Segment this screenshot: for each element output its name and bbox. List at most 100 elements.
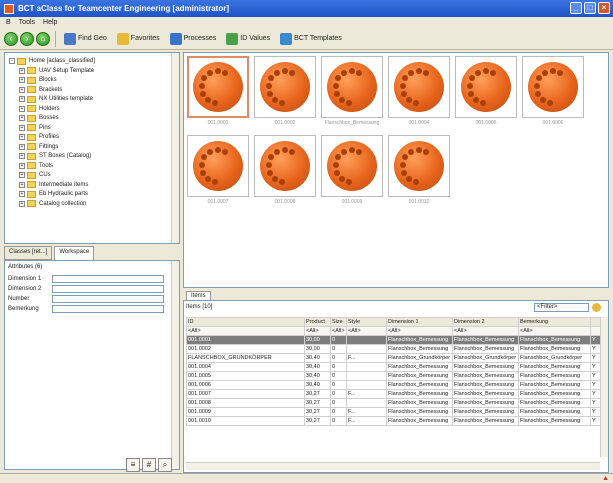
expand-toggle-icon[interactable]: + — [19, 191, 25, 197]
part-thumbnail[interactable]: 001.0005 — [455, 56, 517, 132]
search-icon[interactable]: ⌕ — [158, 458, 172, 472]
part-thumbnail[interactable]: 001.0010 — [388, 135, 450, 211]
expand-toggle-icon[interactable]: + — [19, 96, 25, 102]
home-button[interactable]: ⌂ — [36, 31, 50, 46]
toolbar-button-3[interactable]: ID Values — [223, 32, 273, 46]
expand-toggle-icon[interactable]: + — [19, 124, 25, 131]
table-row[interactable]: 001.0002 30,00 0 Flanschbox_Bemessung Flansc… — [186, 344, 601, 354]
expand-toggle-icon[interactable]: + — [19, 134, 25, 140]
maximize-button[interactable]: □ — [584, 2, 596, 14]
search-field-input[interactable] — [52, 275, 164, 283]
grid-vertical-scrollbar[interactable] — [600, 317, 608, 457]
table-row[interactable]: 001.0006 30,40 0 Flanschbox_Bemessung Flansc… — [186, 380, 601, 390]
menu-item-b[interactable]: B — [6, 19, 11, 26]
table-row[interactable]: 001.0008 30,27 0 Flanschbox_Bemessung Flansc… — [186, 398, 601, 408]
expand-toggle-icon[interactable]: + — [19, 115, 25, 121]
expand-toggle-icon[interactable]: + — [19, 181, 25, 188]
tree-item[interactable]: + NX Utilities template — [19, 94, 93, 104]
grid-horizontal-scrollbar[interactable] — [186, 462, 600, 470]
toolbar-button-2[interactable]: Processes — [167, 32, 220, 46]
tree-item[interactable]: + Catalog collection — [19, 199, 86, 209]
tree-item[interactable]: + CUs — [19, 170, 51, 180]
part-thumbnail[interactable]: 001.0006 — [522, 56, 584, 132]
search-field-input[interactable] — [52, 295, 164, 303]
warning-icon[interactable]: ▲ — [602, 475, 609, 482]
tree-item[interactable]: − Home [aclass_classified] — [9, 56, 95, 66]
minimize-button[interactable]: _ — [570, 2, 582, 14]
filter-icon[interactable] — [592, 303, 601, 312]
search-field-input[interactable] — [52, 285, 164, 293]
part-thumbnail[interactable]: Flanschbox_Bemessung — [321, 56, 383, 132]
tab-classes[interactable]: Classes [ret...] — [4, 246, 53, 260]
column-header[interactable]: Product — [304, 317, 331, 327]
column-header[interactable]: Style — [346, 317, 387, 327]
tab-items[interactable]: Items — [186, 291, 211, 300]
toolbar-button-0[interactable]: Find Geo — [61, 32, 110, 46]
expand-toggle-icon[interactable]: + — [19, 143, 25, 150]
column-filter-select[interactable]: <All> — [330, 326, 347, 336]
column-filter-select[interactable]: <All> — [304, 326, 331, 336]
menu-item-tools[interactable]: Tools — [19, 19, 35, 26]
expand-toggle-icon[interactable]: − — [9, 58, 15, 64]
expand-toggle-icon[interactable]: + — [19, 86, 25, 93]
part-thumbnail[interactable]: 001.0004 — [388, 56, 450, 132]
class-tree[interactable]: − Home [aclass_classified] + UAV Setup Temp… — [4, 52, 180, 244]
search-field-input[interactable] — [52, 305, 164, 313]
menu-item-help[interactable]: Help — [43, 19, 57, 26]
tree-item[interactable]: + Eb Hydraulic parts — [19, 189, 88, 199]
toolbar-button-1[interactable]: Favorites — [114, 32, 163, 46]
table-row[interactable]: 001.0005 30,40 0 Flanschbox_Bemessung Flansc… — [186, 371, 601, 381]
part-thumbnail[interactable]: 001.0001 — [187, 56, 249, 132]
toolbar-button-4[interactable]: BCT Templates — [277, 32, 345, 46]
tree-item[interactable]: + Fittings — [19, 142, 58, 152]
back-button[interactable]: ‹ — [4, 31, 18, 46]
grid-filter-select[interactable]: <Filter> — [534, 303, 589, 312]
part-thumbnail[interactable]: 001.0002 — [254, 56, 316, 132]
tab-workspace[interactable]: Workspace — [54, 246, 95, 260]
column-header[interactable]: Size — [330, 317, 347, 327]
column-filter-select[interactable]: <All> — [386, 326, 453, 336]
tree-item[interactable]: + UAV Setup Template — [19, 66, 94, 76]
part-thumbnail[interactable]: 001.0007 — [187, 135, 249, 211]
expand-toggle-icon[interactable]: + — [19, 105, 25, 112]
tree-scrollbar[interactable] — [171, 53, 179, 243]
part-thumbnail[interactable]: 001.0008 — [254, 135, 316, 211]
tree-item[interactable]: + Tools — [19, 161, 53, 171]
table-row[interactable]: 001.0009 30,27 0 F... Flanschbox_Bemessung Fl… — [186, 407, 601, 417]
expand-toggle-icon[interactable]: + — [19, 162, 25, 169]
table-row[interactable]: 001.0007 30,27 0 F... Flanschbox_Bemessung Fl… — [186, 389, 601, 399]
search-scrollbar[interactable] — [171, 261, 179, 469]
column-header[interactable]: Dimension 2 — [452, 317, 519, 327]
tree-item[interactable]: + Bosses — [19, 113, 59, 123]
column-header[interactable]: ID — [186, 317, 305, 327]
table-row[interactable]: 001.0004 30,40 0 Flanschbox_Bemessung Flansc… — [186, 362, 601, 372]
table-row[interactable]: 001.0010 30,27 0 F... Flanschbox_Bemessung Fl… — [186, 416, 601, 426]
tree-item[interactable]: + Holders — [19, 104, 60, 114]
column-filter-select[interactable]: <All> — [452, 326, 519, 336]
list-icon[interactable]: ≡ — [126, 458, 140, 472]
tree-item[interactable]: + Blocks — [19, 75, 57, 85]
forward-button[interactable]: › — [20, 31, 34, 46]
close-button[interactable]: × — [598, 2, 610, 14]
column-header[interactable]: Bemerkung — [518, 317, 591, 327]
tree-item[interactable]: + Intermediate items — [19, 180, 88, 190]
column-header[interactable] — [590, 317, 601, 327]
tree-item[interactable]: + ST Boxes (Catalog) — [19, 151, 91, 161]
column-filter-select[interactable]: <All> — [518, 326, 591, 336]
column-filter-select[interactable]: <All> — [346, 326, 387, 336]
tree-item[interactable]: + Profiles — [19, 132, 59, 142]
column-filter-select[interactable] — [590, 326, 601, 336]
expand-toggle-icon[interactable]: + — [19, 77, 25, 83]
column-header[interactable]: Dimension 1 — [386, 317, 453, 327]
expand-toggle-icon[interactable]: + — [19, 172, 25, 178]
part-thumbnail[interactable]: 001.0009 — [321, 135, 383, 211]
expand-toggle-icon[interactable]: + — [19, 67, 25, 74]
expand-toggle-icon[interactable]: + — [19, 200, 25, 207]
column-filter-select[interactable]: <All> — [186, 326, 305, 336]
table-row[interactable]: 001.0001 30,00 0 Flanschbox_Bemessung Flansc… — [186, 335, 601, 345]
expand-toggle-icon[interactable]: + — [19, 153, 25, 159]
table-row[interactable]: FLANSCHBOX_GRUNDKÖRPER 30,40 0 F... Flanschb… — [186, 353, 601, 363]
grid-icon[interactable]: # — [142, 458, 156, 472]
tree-item[interactable]: + Brackets — [19, 85, 62, 95]
tree-item[interactable]: + Pins — [19, 123, 51, 133]
